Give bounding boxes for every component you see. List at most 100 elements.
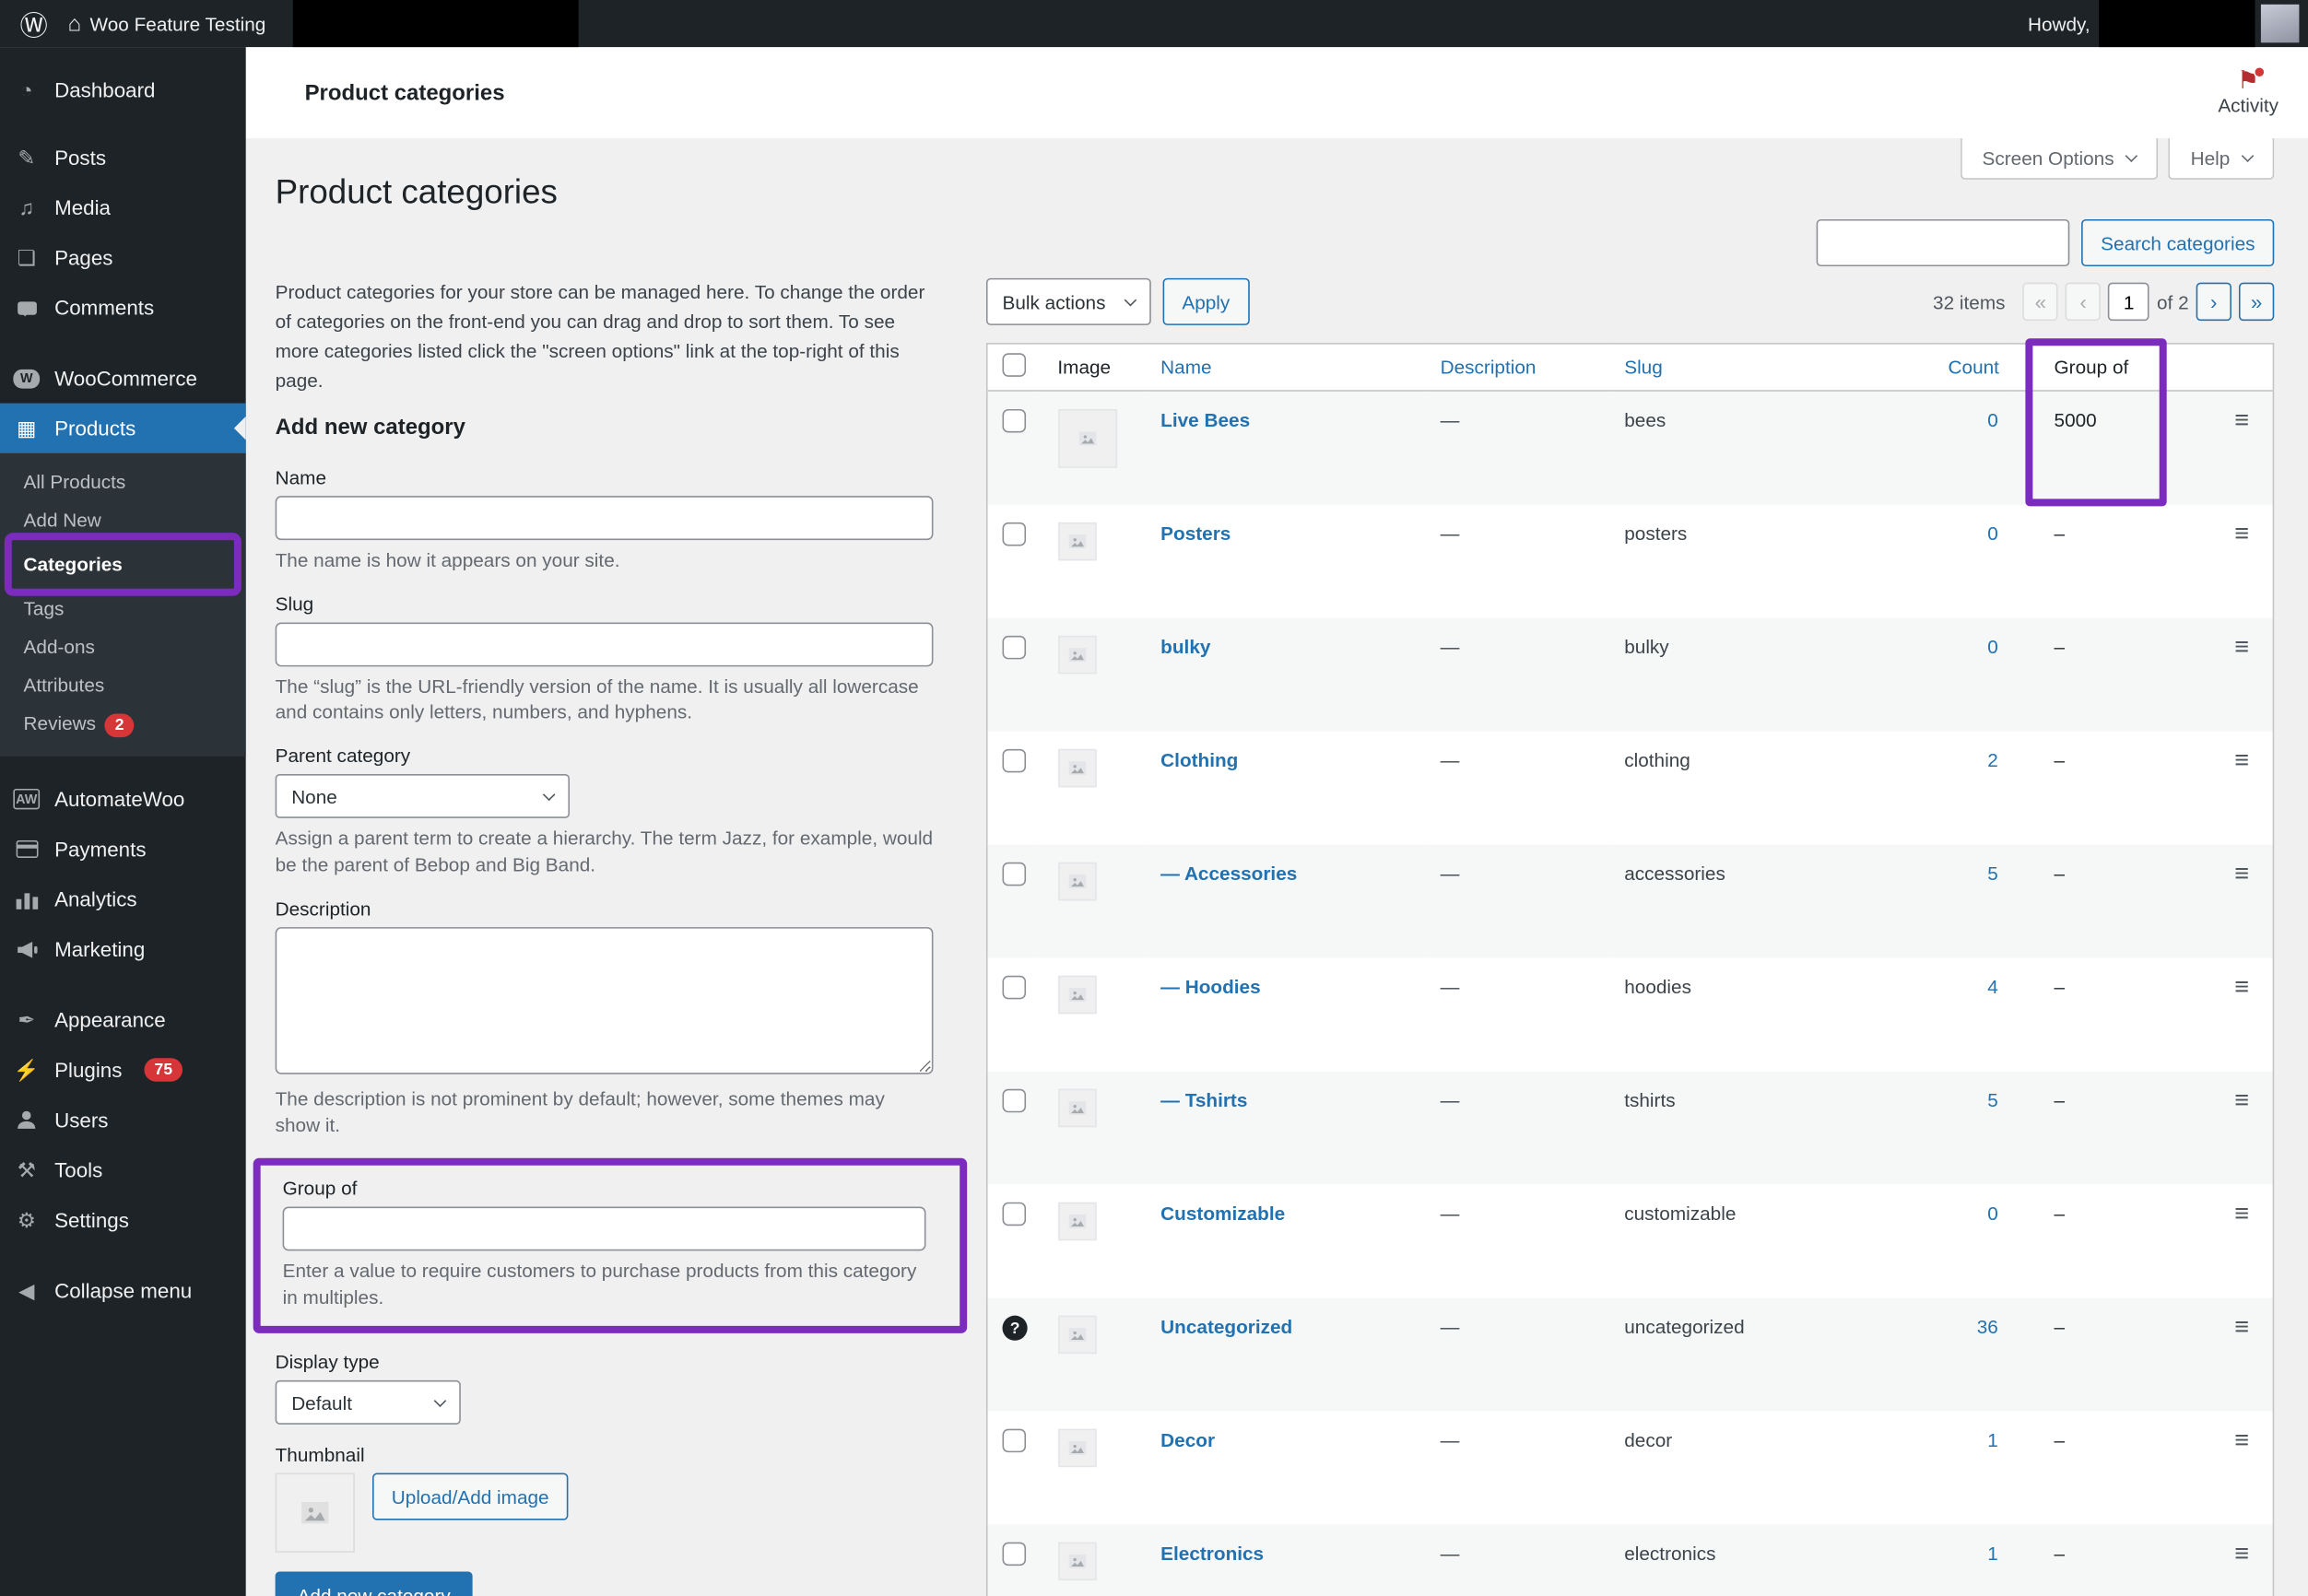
column-header-description[interactable]: Description (1428, 343, 1613, 392)
thumbnail-label: Thumbnail (275, 1443, 365, 1466)
column-header-name[interactable]: Name (1148, 343, 1429, 392)
drag-handle-icon[interactable]: ≡ (2234, 519, 2249, 546)
group-of-input[interactable] (282, 1206, 926, 1251)
category-count-link[interactable]: 0 (1987, 522, 1998, 544)
site-menu[interactable]: ⌂ Woo Feature Testing (56, 11, 277, 36)
next-page-button[interactable]: › (2196, 282, 2231, 322)
screen-options-button[interactable]: Screen Options (1960, 138, 2159, 180)
row-checkbox[interactable] (1002, 748, 1027, 772)
drag-handle-icon[interactable]: ≡ (2234, 1539, 2249, 1567)
row-checkbox[interactable] (1002, 1541, 1027, 1566)
category-count-link[interactable]: 0 (1987, 1202, 1998, 1224)
drag-handle-icon[interactable]: ≡ (2234, 632, 2249, 660)
row-checkbox[interactable] (1002, 974, 1027, 999)
row-checkbox[interactable] (1002, 862, 1027, 886)
sidebar-item-reviews[interactable]: Reviews 2 (0, 705, 246, 746)
category-name-link[interactable]: Uncategorized (1160, 1315, 1292, 1337)
category-count-link[interactable]: 5 (1987, 1088, 1998, 1110)
sidebar-item-dashboard[interactable]: ◔ Dashboard (0, 65, 246, 114)
row-checkbox[interactable] (1002, 408, 1027, 433)
search-categories-input[interactable] (1816, 218, 2070, 267)
drag-handle-icon[interactable]: ≡ (2234, 1199, 2249, 1226)
category-count-link[interactable]: 0 (1987, 635, 1998, 657)
collapse-menu-button[interactable]: ◀ Collapse menu (0, 1265, 246, 1315)
wordpress-logo-icon[interactable]: Ⓦ (12, 4, 56, 43)
description-textarea[interactable] (275, 927, 934, 1075)
last-page-button[interactable]: » (2238, 282, 2275, 322)
sidebar-item-tags[interactable]: Tags (0, 590, 246, 628)
row-checkbox[interactable] (1002, 522, 1027, 546)
sidebar-item-tools[interactable]: ⚒ Tools (0, 1144, 246, 1194)
drag-handle-icon[interactable]: ≡ (2234, 406, 2249, 434)
sidebar-item-woocommerce[interactable]: W WooCommerce (0, 353, 246, 403)
sidebar-item-products[interactable]: ▦ Products (0, 403, 246, 453)
activity-button[interactable]: ⚑ Activity (2218, 65, 2279, 117)
category-count-link[interactable]: 4 (1987, 975, 1998, 997)
default-category-help-icon[interactable]: ? (1002, 1315, 1028, 1341)
drag-handle-icon[interactable]: ≡ (2234, 1426, 2249, 1453)
sidebar-item-add-new[interactable]: Add New (0, 502, 246, 541)
category-image-placeholder (1057, 1314, 1096, 1354)
name-input[interactable] (275, 495, 934, 540)
sidebar-item-marketing[interactable]: Marketing (0, 924, 246, 974)
parent-category-select[interactable]: None (275, 774, 571, 819)
sidebar-label: Media (54, 195, 111, 219)
category-count-link[interactable]: 5 (1987, 862, 1998, 884)
current-page-input[interactable] (2108, 282, 2150, 322)
category-name-link[interactable]: Electronics (1160, 1542, 1264, 1564)
sidebar-item-analytics[interactable]: Analytics (0, 874, 246, 924)
slug-input[interactable] (275, 621, 934, 666)
sidebar-item-appearance[interactable]: ✒ Appearance (0, 995, 246, 1045)
sidebar-item-settings[interactable]: ⚙ Settings (0, 1195, 246, 1245)
category-count-link[interactable]: 36 (1977, 1315, 1998, 1337)
upload-add-image-button[interactable]: Upload/Add image (372, 1473, 569, 1520)
category-name-link[interactable]: — Accessories (1160, 862, 1297, 884)
category-name-link[interactable]: Posters (1160, 522, 1231, 544)
category-count-link[interactable]: 0 (1987, 409, 1998, 431)
add-new-category-button[interactable]: Add new category (275, 1571, 473, 1596)
slug-help-text: The “slug” is the URL-friendly version o… (275, 675, 919, 723)
sidebar-item-pages[interactable]: ❏ Pages (0, 232, 246, 282)
category-count-link[interactable]: 1 (1987, 1428, 1998, 1450)
category-table-body: ? Live Bees — bees 0 5000 ≡ ? Posters — … (986, 390, 2274, 1596)
category-name-link[interactable]: Live Bees (1160, 409, 1250, 431)
category-name-link[interactable]: bulky (1160, 635, 1210, 657)
column-header-slug[interactable]: Slug (1612, 343, 1937, 392)
row-checkbox[interactable] (1002, 635, 1027, 659)
help-button[interactable]: Help (2168, 138, 2275, 180)
sidebar-item-media[interactable]: ♫ Media (0, 182, 246, 232)
category-name-link[interactable]: — Tshirts (1160, 1088, 1247, 1110)
sidebar-item-automatewoo[interactable]: AW AutomateWoo (0, 774, 246, 824)
category-name-link[interactable]: — Hoodies (1160, 975, 1260, 997)
search-categories-button[interactable]: Search categories (2081, 218, 2275, 267)
bulk-actions-select[interactable]: Bulk actions (985, 277, 1151, 325)
drag-handle-icon[interactable]: ≡ (2234, 1086, 2249, 1113)
row-checkbox[interactable] (1002, 1201, 1027, 1226)
sidebar-item-payments[interactable]: Payments (0, 824, 246, 874)
screen-options-label: Screen Options (1982, 147, 2114, 170)
category-count-link[interactable]: 2 (1987, 748, 1998, 770)
category-name-link[interactable]: Customizable (1160, 1202, 1285, 1224)
category-name-link[interactable]: Decor (1160, 1428, 1215, 1450)
apply-button[interactable]: Apply (1162, 277, 1250, 325)
column-header-count[interactable]: Count (1936, 343, 2010, 392)
sidebar-item-users[interactable]: Users (0, 1095, 246, 1144)
category-name-link[interactable]: Clothing (1160, 748, 1238, 770)
sidebar-item-add-ons[interactable]: Add-ons (0, 628, 246, 667)
sidebar-item-all-products[interactable]: All Products (0, 464, 246, 502)
category-count-link[interactable]: 1 (1987, 1542, 1998, 1564)
drag-handle-icon[interactable]: ≡ (2234, 745, 2249, 773)
row-checkbox[interactable] (1002, 1087, 1027, 1112)
sidebar-item-attributes[interactable]: Attributes (0, 666, 246, 705)
sidebar-item-posts[interactable]: ✎ Posts (0, 133, 246, 182)
drag-handle-icon[interactable]: ≡ (2234, 859, 2249, 886)
sidebar-item-comments[interactable]: Comments (0, 283, 246, 333)
select-all-checkbox[interactable] (1002, 353, 1027, 377)
display-type-select[interactable]: Default (275, 1379, 461, 1425)
user-avatar[interactable] (2260, 4, 2300, 43)
sidebar-item-categories[interactable]: Categories (0, 540, 246, 590)
drag-handle-icon[interactable]: ≡ (2234, 972, 2249, 1000)
row-checkbox[interactable] (1002, 1427, 1027, 1452)
drag-handle-icon[interactable]: ≡ (2234, 1312, 2249, 1340)
sidebar-item-plugins[interactable]: ⚡ Plugins 75 (0, 1045, 246, 1095)
